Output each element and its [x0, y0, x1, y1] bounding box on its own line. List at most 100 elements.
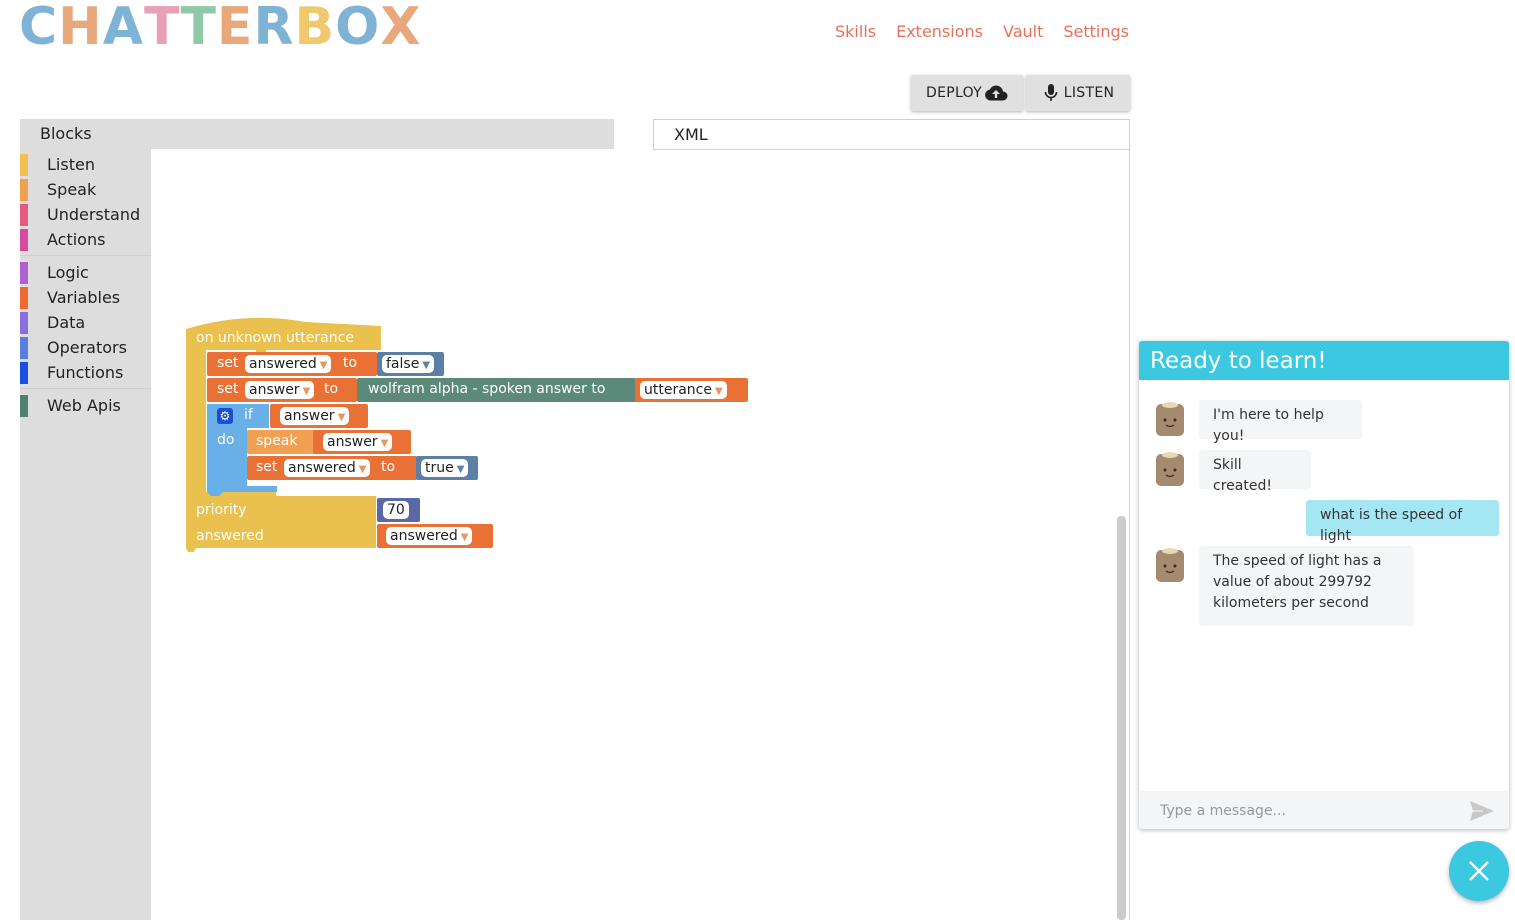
category-data[interactable]: Data [20, 312, 151, 334]
boolean-block[interactable]: false ▼ [377, 352, 444, 376]
nav-vault[interactable]: Vault [1003, 22, 1043, 41]
send-icon[interactable] [1469, 800, 1495, 822]
category-actions[interactable]: Actions [20, 229, 151, 251]
category-label: Data [47, 313, 86, 332]
category-color-bar [20, 179, 28, 201]
category-color-bar [20, 395, 28, 417]
set-block[interactable]: set answer ▼ to [207, 378, 357, 402]
chat-header: Ready to learn! [1139, 341, 1509, 380]
bot-avatar-icon [1156, 548, 1184, 582]
dropdown-arrow-icon: ▼ [337, 412, 346, 423]
category-label: Speak [47, 180, 97, 199]
variable-dropdown[interactable]: answered ▼ [284, 459, 371, 477]
chat-widget: Ready to learn! I'm here to help you! Sk… [1139, 341, 1509, 829]
microphone-icon [1044, 84, 1058, 101]
number-block[interactable]: 70 [377, 498, 420, 522]
nav-skills[interactable]: Skills [835, 22, 876, 41]
variable-name: answered [249, 356, 317, 372]
boolean-dropdown[interactable]: true ▼ [421, 459, 469, 477]
bot-avatar [1154, 546, 1186, 584]
variable-dropdown[interactable]: answer ▼ [245, 381, 315, 399]
nav-settings[interactable]: Settings [1063, 22, 1129, 41]
logo-letter: T [143, 0, 181, 57]
category-color-bar [20, 362, 28, 384]
bot-avatar-icon [1156, 452, 1184, 486]
boolean-value: true [425, 460, 454, 476]
wolfram-block[interactable]: wolfram alpha - spoken answer to [357, 378, 637, 402]
category-web-apis[interactable]: Web Apis [20, 395, 151, 417]
utterance-block[interactable]: utterance ▼ [635, 378, 748, 402]
block-toolbox: Listen Speak Understand Actions Logic Va… [20, 149, 151, 920]
bot-avatar [1154, 400, 1186, 438]
logo-letter: C [19, 0, 59, 57]
category-separator [20, 255, 151, 256]
boolean-dropdown[interactable]: false ▼ [382, 355, 435, 373]
category-functions[interactable]: Functions [20, 362, 151, 384]
dropdown-arrow-icon: ▼ [456, 464, 465, 475]
category-listen[interactable]: Listen [20, 154, 151, 176]
dropdown-arrow-icon: ▼ [714, 386, 723, 397]
workspace-scrollbar[interactable] [1117, 516, 1126, 920]
dropdown-arrow-icon: ▼ [319, 360, 328, 371]
category-color-bar [20, 204, 28, 226]
app-logo[interactable]: CHATTERBOX [19, 0, 421, 54]
category-variables[interactable]: Variables [20, 287, 151, 309]
listen-label: LISTEN [1063, 85, 1115, 101]
if-keyword: if [244, 407, 253, 423]
nav-extensions[interactable]: Extensions [896, 22, 983, 41]
speak-block[interactable]: speak [247, 430, 317, 454]
tab-xml[interactable]: XML [653, 119, 1130, 150]
set-block[interactable]: set answered ▼ to [247, 456, 417, 480]
message-input[interactable] [1158, 800, 1452, 822]
set-block[interactable]: set answered ▼ to [207, 352, 377, 376]
logo-letter: O [335, 0, 381, 57]
set-keyword: set [217, 381, 239, 397]
logo-letter: E [216, 0, 254, 57]
category-logic[interactable]: Logic [20, 262, 151, 284]
boolean-block[interactable]: true ▼ [416, 456, 478, 480]
top-nav: Skills Extensions Vault Settings [835, 22, 1129, 41]
set-keyword: set [217, 355, 239, 371]
category-speak[interactable]: Speak [20, 179, 151, 201]
priority-label: priority [196, 502, 247, 518]
category-color-bar [20, 337, 28, 359]
variable-dropdown[interactable]: answer ▼ [323, 433, 393, 451]
condition-block[interactable]: answer ▼ [270, 404, 368, 428]
number-field[interactable]: 70 [383, 501, 409, 519]
category-operators[interactable]: Operators [20, 337, 151, 359]
category-separator [20, 388, 151, 389]
variable-dropdown[interactable]: utterance ▼ [640, 381, 727, 399]
category-understand[interactable]: Understand [20, 204, 151, 226]
logo-letter: A [102, 0, 144, 57]
bot-message: I'm here to help you! [1199, 400, 1362, 444]
deploy-label: DEPLOY [926, 85, 982, 101]
variable-name: answered [390, 528, 458, 544]
category-label: Variables [47, 288, 121, 307]
tab-blocks[interactable]: Blocks [20, 119, 614, 149]
wolfram-label: wolfram alpha - spoken answer to [368, 381, 606, 397]
answered-var-block[interactable]: answered ▼ [377, 524, 493, 548]
variable-name: answer [284, 408, 335, 424]
do-keyword: do [217, 432, 235, 448]
variable-dropdown[interactable]: answered ▼ [245, 355, 332, 373]
logo-letter: H [58, 0, 103, 57]
dropdown-arrow-icon: ▼ [460, 532, 469, 543]
chat-input-bar [1139, 791, 1509, 829]
close-icon [1469, 861, 1489, 881]
logo-letter: T [180, 0, 217, 57]
category-color-bar [20, 229, 28, 251]
bot-message: The speed of light has a value of about … [1199, 546, 1414, 626]
bot-avatar [1154, 450, 1186, 488]
boolean-value: false [386, 356, 420, 372]
speak-keyword: speak [256, 433, 298, 449]
listen-button[interactable]: LISTEN [1026, 75, 1130, 111]
bot-message: Skill created! [1199, 450, 1311, 494]
chat-toggle-button[interactable] [1449, 841, 1509, 901]
speak-arg-block[interactable]: answer ▼ [313, 430, 411, 454]
deploy-button[interactable]: DEPLOY [911, 75, 1023, 111]
variable-dropdown[interactable]: answered ▼ [386, 527, 473, 545]
gear-icon[interactable]: ⚙ [217, 408, 233, 424]
category-label: Listen [47, 155, 95, 174]
variable-dropdown[interactable]: answer ▼ [280, 407, 350, 425]
category-label: Functions [47, 363, 124, 382]
